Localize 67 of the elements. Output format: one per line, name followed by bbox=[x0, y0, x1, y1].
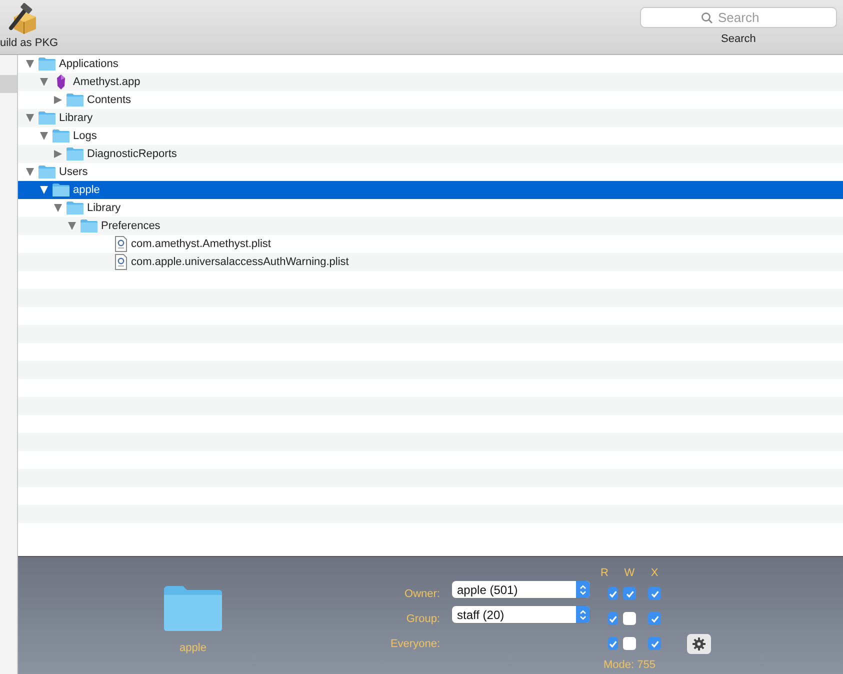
expanded-triangle-icon[interactable] bbox=[38, 77, 50, 87]
column-heading: X bbox=[650, 566, 660, 580]
tree-row[interactable]: com.apple.universalaccessAuthWarning.plist bbox=[18, 253, 843, 271]
up-down-arrows-icon bbox=[576, 581, 590, 598]
checkbox[interactable] bbox=[623, 587, 636, 600]
expanded-triangle-icon[interactable] bbox=[24, 167, 36, 177]
settings-button[interactable] bbox=[687, 634, 711, 654]
checkbox[interactable] bbox=[648, 637, 661, 650]
folder-icon bbox=[38, 56, 56, 72]
folder-icon bbox=[38, 110, 56, 126]
expanded-triangle-icon[interactable] bbox=[52, 203, 64, 213]
item-name: Amethyst.app bbox=[73, 76, 140, 88]
folder-icon bbox=[66, 92, 84, 108]
up-down-arrows-icon bbox=[576, 606, 590, 623]
document-icon bbox=[114, 236, 128, 252]
tree-row[interactable]: Preferences bbox=[18, 217, 843, 235]
checkbox[interactable] bbox=[623, 612, 636, 625]
checkbox[interactable] bbox=[623, 637, 636, 650]
item-name: Preferences bbox=[101, 220, 160, 232]
expanded-triangle-icon[interactable] bbox=[24, 59, 36, 69]
popup-button[interactable]: staff (20) bbox=[452, 606, 590, 623]
folder-icon bbox=[163, 584, 223, 632]
checkbox[interactable] bbox=[648, 587, 661, 600]
item-name: Library bbox=[59, 112, 93, 124]
settings-icon bbox=[692, 636, 706, 650]
build-button[interactable]: uild as PKG bbox=[0, 0, 58, 49]
checkbox[interactable] bbox=[608, 587, 618, 600]
checkbox[interactable] bbox=[608, 612, 618, 625]
popup-button[interactable]: apple (501) bbox=[452, 581, 590, 598]
folder-icon bbox=[66, 146, 84, 162]
expanded-triangle-icon[interactable] bbox=[38, 131, 50, 141]
folder-icon bbox=[52, 182, 70, 198]
document-icon bbox=[114, 254, 128, 270]
item-name: com.amethyst.Amethyst.plist bbox=[131, 238, 271, 250]
permission-label: Group: bbox=[405, 612, 441, 626]
item-name: apple bbox=[180, 642, 206, 654]
item-name: Library bbox=[87, 202, 121, 214]
checkbox[interactable] bbox=[648, 612, 661, 625]
column-heading: R bbox=[600, 566, 610, 580]
checkbox[interactable] bbox=[608, 637, 618, 650]
collapsed-triangle-icon[interactable] bbox=[52, 149, 64, 159]
item-name: Applications bbox=[59, 58, 118, 70]
expanded-triangle-icon[interactable] bbox=[24, 113, 36, 123]
item-name: Logs bbox=[73, 130, 97, 142]
tree-row[interactable]: DiagnosticReports bbox=[18, 145, 843, 163]
search-icon bbox=[701, 12, 713, 24]
tree-row[interactable]: Amethyst.app bbox=[18, 73, 843, 91]
expanded-triangle-icon[interactable] bbox=[66, 221, 78, 231]
folder-icon bbox=[52, 128, 70, 144]
folder-icon bbox=[66, 200, 84, 216]
item-name: apple bbox=[73, 184, 100, 196]
item-name: Contents bbox=[87, 94, 132, 106]
tree-row[interactable]: Library bbox=[18, 109, 843, 127]
mode-label: Mode: 755 bbox=[602, 658, 656, 673]
tree-row[interactable]: apple bbox=[18, 181, 843, 199]
item-name: Users bbox=[59, 166, 88, 178]
item-name: com.apple.universalaccessAuthWarning.plist bbox=[131, 256, 349, 268]
column-heading: W bbox=[623, 566, 636, 580]
permission-label: Owner: bbox=[404, 586, 441, 602]
search-label: Search bbox=[721, 33, 756, 45]
permission-label: Everyone: bbox=[389, 636, 441, 652]
expanded-triangle-icon[interactable] bbox=[38, 185, 50, 195]
folder-icon bbox=[38, 164, 56, 180]
collapsed-triangle-icon[interactable] bbox=[52, 95, 64, 105]
item-name: DiagnosticReports bbox=[87, 148, 177, 160]
search-field[interactable]: Search bbox=[640, 7, 837, 28]
folder-icon bbox=[80, 218, 98, 234]
